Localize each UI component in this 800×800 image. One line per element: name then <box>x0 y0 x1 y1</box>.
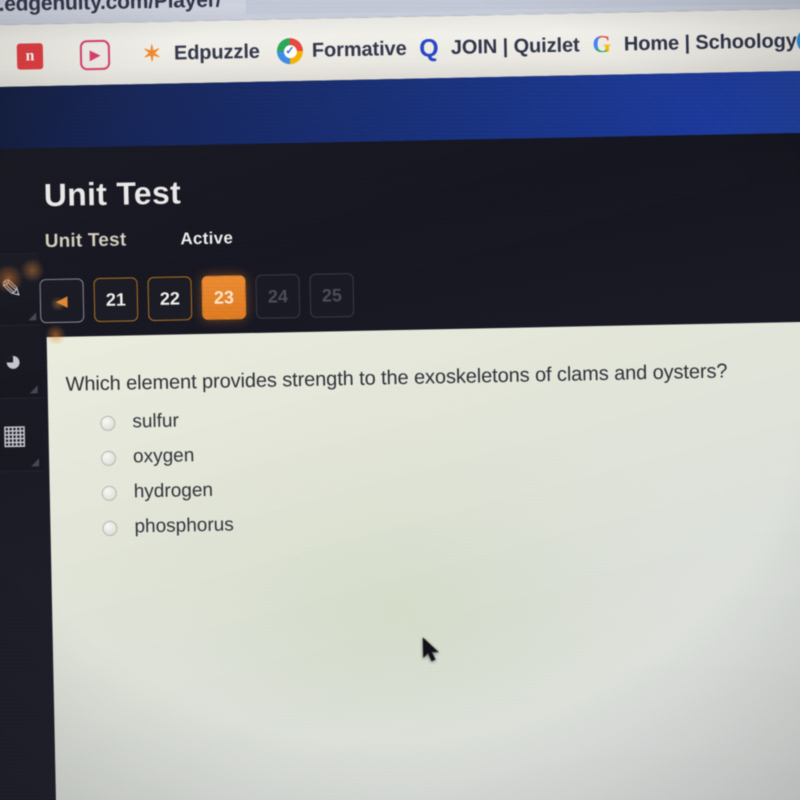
headphones-icon: ◕ <box>3 344 23 378</box>
bookmark-label-schoology: Home | Schoology <box>623 29 797 55</box>
radio-button-icon[interactable] <box>101 485 117 501</box>
question-text: Which element provides strength to the e… <box>65 360 728 396</box>
google-g-icon: G <box>589 32 616 59</box>
answer-option-label: oxygen <box>132 445 195 468</box>
bookmark-label-formative: Formative <box>311 37 407 62</box>
bookmark-item-video[interactable]: ▶ <box>79 39 111 72</box>
highlighter-icon: ✎ <box>0 273 23 305</box>
edpuzzle-icon-glyph: ✶ <box>142 40 162 67</box>
radio-button-icon[interactable] <box>100 450 117 466</box>
pager-question-21[interactable]: 21 <box>93 277 139 323</box>
bookmark-item-quizlet[interactable]: Q JOIN | Quizlet <box>416 29 580 64</box>
page-title: Unit Test <box>43 174 182 214</box>
quizlet-q-icon: Q <box>416 33 443 63</box>
tab-unit-test[interactable]: Unit Test <box>44 230 126 254</box>
bookmark-item-formative[interactable]: ✓ Formative <box>276 33 407 68</box>
address-bar-url: n.edgenuity.com/Player/ <box>0 0 222 17</box>
answer-options: sulfur oxygen hydrogen phosphorus <box>100 409 234 539</box>
radio-button-icon[interactable] <box>102 520 118 536</box>
tool-rail: ✎ ◕ ▦ <box>0 252 44 473</box>
headphones-tool-button[interactable]: ◕ <box>0 325 42 400</box>
mouse-cursor <box>422 637 439 662</box>
nearpod-icon: n <box>16 43 44 70</box>
question-pager: ◀ 21 22 23 24 25 <box>39 272 355 324</box>
google-icon-glyph: G <box>592 31 612 58</box>
quizlet-icon-glyph: Q <box>418 33 439 63</box>
question-panel: Which element provides strength to the e… <box>46 321 800 800</box>
edpuzzle-puzzle-icon: ✶ <box>139 41 166 68</box>
highlighter-tool-button[interactable]: ✎ <box>0 252 41 327</box>
bookmark-label-edpuzzle: Edpuzzle <box>173 40 261 65</box>
previous-question-button[interactable]: ◀ <box>39 278 85 324</box>
partial-bookmark-icon <box>796 27 800 55</box>
answer-option-label: hydrogen <box>133 479 214 503</box>
nearpod-icon-glyph: n <box>25 47 35 65</box>
formative-icon: ✓ <box>276 37 304 65</box>
pager-question-25: 25 <box>309 272 355 318</box>
answer-option-sulfur[interactable]: sulfur <box>100 409 232 434</box>
video-play-icon-glyph: ▶ <box>89 46 101 63</box>
video-play-icon: ▶ <box>79 39 111 71</box>
screenshot-root: n.edgenuity.com/Player/ n ▶ ✶ Edpuzzle ✓… <box>0 0 800 800</box>
status-badge: Active <box>180 228 234 249</box>
calculator-tool-button[interactable]: ▦ <box>0 398 44 473</box>
calculator-icon: ▦ <box>1 419 28 450</box>
bookmark-label-quizlet: JOIN | Quizlet <box>450 33 580 59</box>
answer-option-oxygen[interactable]: oxygen <box>100 444 233 469</box>
bookmark-item-schoology[interactable]: G Home | Schoology <box>589 25 798 61</box>
bookmark-item-partial[interactable] <box>796 24 800 57</box>
bookmark-item-edpuzzle[interactable]: ✶ Edpuzzle <box>139 36 260 70</box>
pager-question-22[interactable]: 22 <box>147 276 193 322</box>
bookmark-item-nearpod[interactable]: n <box>16 40 44 73</box>
monitor-photo-content: n.edgenuity.com/Player/ n ▶ ✶ Edpuzzle ✓… <box>0 0 800 800</box>
formative-icon-glyph: ✓ <box>285 44 295 57</box>
answer-option-label: phosphorus <box>134 514 234 538</box>
answer-option-phosphorus[interactable]: phosphorus <box>102 514 234 539</box>
pager-question-23-active[interactable]: 23 <box>201 275 247 320</box>
assignment-tabs: Unit Test Active <box>44 227 233 253</box>
radio-button-icon[interactable] <box>100 415 116 431</box>
pager-question-24: 24 <box>255 274 301 319</box>
answer-option-hydrogen[interactable]: hydrogen <box>101 479 234 504</box>
answer-option-label: sulfur <box>132 410 180 433</box>
